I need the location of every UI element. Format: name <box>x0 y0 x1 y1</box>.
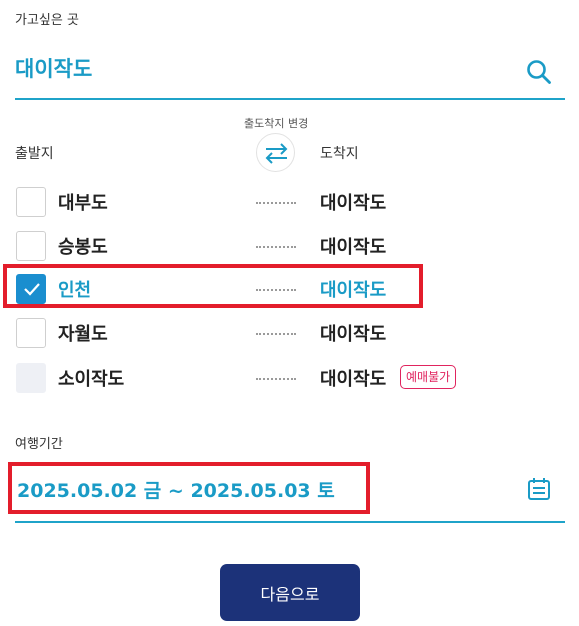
highlight-box-selected-route <box>3 264 423 308</box>
route-checkbox[interactable] <box>16 187 46 217</box>
route-departure: 자월도 <box>58 324 108 345</box>
route-connector <box>256 333 296 335</box>
route-arrival: 대이작도 <box>320 193 387 214</box>
route-row-jawoldo[interactable]: 자월도 대이작도 <box>0 314 579 354</box>
route-connector <box>256 378 296 380</box>
route-arrival: 대이작도 <box>320 369 387 390</box>
route-connector <box>256 202 296 204</box>
destination-field[interactable]: 대이작도 <box>15 48 565 100</box>
route-connector <box>256 246 296 248</box>
route-arrival: 대이작도 <box>320 324 387 345</box>
swap-arrows-icon <box>265 143 288 164</box>
search-icon[interactable] <box>525 58 553 86</box>
route-checkbox-disabled <box>16 363 46 393</box>
calendar-icon[interactable] <box>525 475 553 503</box>
route-row-daebudo[interactable]: 대부도 대이작도 <box>0 183 579 223</box>
route-departure: 대부도 <box>58 193 108 214</box>
arrival-column-title: 도착지 <box>320 146 359 162</box>
swap-label: 출도착지 변경 <box>244 117 309 130</box>
highlight-box-travel-period <box>8 462 370 514</box>
destination-value: 대이작도 <box>15 57 93 81</box>
route-checkbox[interactable] <box>16 231 46 261</box>
swap-button[interactable] <box>256 133 295 172</box>
route-row-soijakdo: 소이작도 대이작도 예매불가 <box>0 359 579 399</box>
route-row-seungbongdo[interactable]: 승봉도 대이작도 <box>0 227 579 267</box>
route-arrival: 대이작도 <box>320 237 387 258</box>
unavailable-badge: 예매불가 <box>400 365 457 389</box>
next-button[interactable]: 다음으로 <box>220 564 360 621</box>
departure-column-title: 출발지 <box>15 146 54 162</box>
destination-label: 가고싶은 곳 <box>15 13 79 28</box>
booking-page: 가고싶은 곳 대이작도 출도착지 변경 출발지 도착지 대부도 대이작도 승봉도… <box>0 0 579 626</box>
period-label: 여행기간 <box>15 437 63 452</box>
route-departure: 승봉도 <box>58 237 108 258</box>
route-checkbox[interactable] <box>16 318 46 348</box>
route-departure: 소이작도 <box>58 369 125 390</box>
